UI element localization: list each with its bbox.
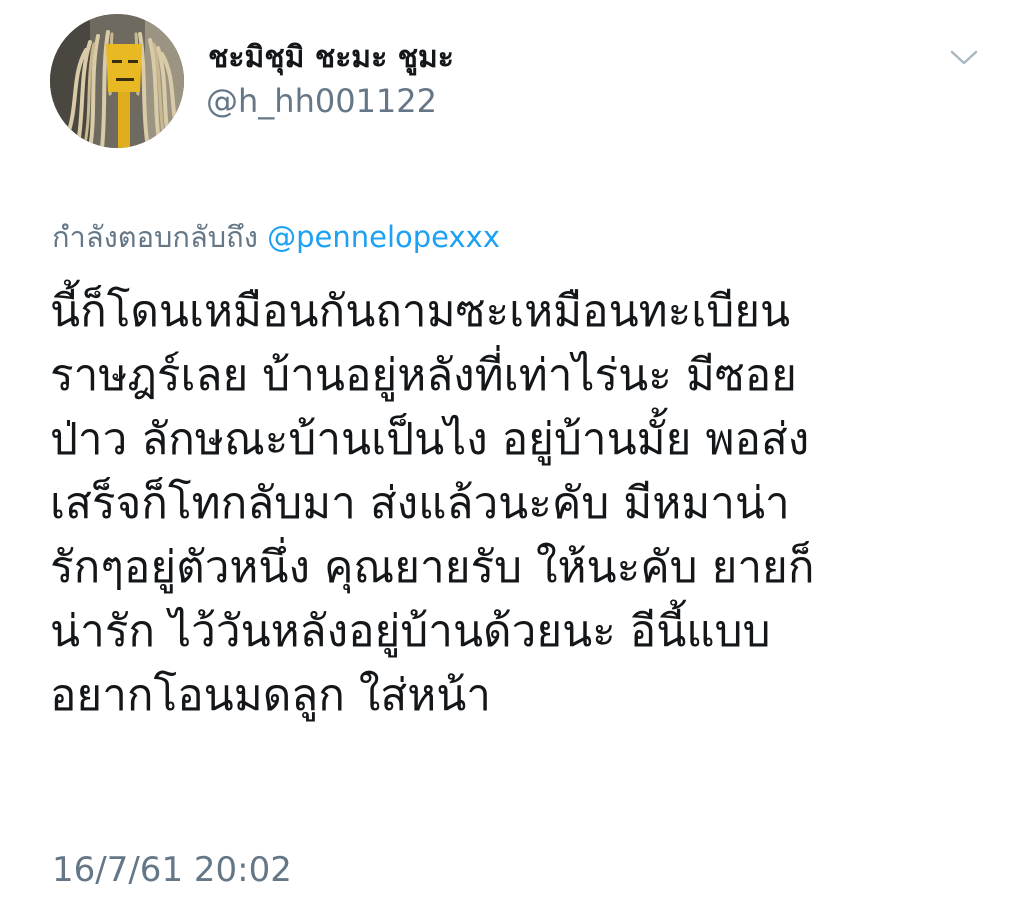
tweet-text-line: ราษฎร์เลย บ้านอยู่หลังที่เท่าไร่นะ มีซอย [50,350,797,401]
tweet-text: นี้ก็โดนเหมือนกันถามซะเหมือนทะเบียน ราษฎ… [50,280,1010,728]
tweet-text-line: รักๆอยู่ตัวหนึ่ง คุณยายรับ ให้นะคับ ยายก… [50,542,815,593]
tweet-card: ชะมิชุมิ ชะมะ ชูมะ @h_hh001122 กำลังตอบก… [0,0,1024,914]
author-display-name[interactable]: ชะมิชุมิ ชะมะ ชูมะ [208,34,454,81]
tweet-text-line: ป่าว ลักษณะบ้านเป็นไง อยู่บ้านมั้ย พอส่ง [50,414,810,465]
tweet-timestamp[interactable]: 16/7/61 20:02 [52,850,292,890]
avatar[interactable] [50,14,184,148]
mop-face-avatar-image [50,14,184,148]
reply-mention-link[interactable]: @pennelopexxx [267,220,500,254]
tweet-text-line: เสร็จก็โทกลับมา ส่งแล้วนะคับ มีหมาน่า [50,478,790,529]
reply-prefix: กำลังตอบกลับถึง [52,220,258,254]
chevron-down-icon[interactable] [944,42,984,72]
reply-context: กำลังตอบกลับถึง @pennelopexxx [52,214,500,260]
tweet-text-line: นี้ก็โดนเหมือนกันถามซะเหมือนทะเบียน [50,286,791,337]
author-handle[interactable]: @h_hh001122 [206,82,437,120]
tweet-text-line: น่ารัก ไว้วันหลังอยู่บ้านด้วยนะ อีนี้แบบ [50,606,771,657]
tweet-text-line: อยากโอนมดลูก ใส่หน้า [50,670,491,721]
